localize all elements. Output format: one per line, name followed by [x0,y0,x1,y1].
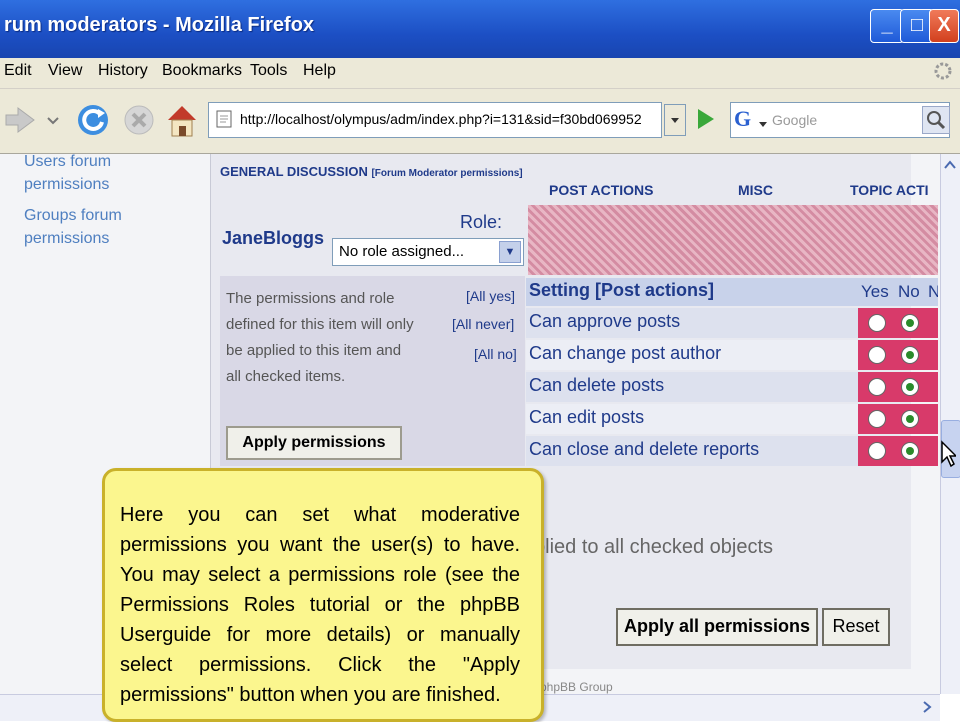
radio-yes[interactable] [868,378,886,396]
scroll-right-icon[interactable] [918,698,936,716]
search-icon[interactable] [922,106,950,134]
chevron-down-icon[interactable]: ▼ [499,241,521,263]
column-post-actions[interactable]: POST ACTIONS [549,182,654,198]
footer-text: phpBB Group [540,680,613,694]
radio-no[interactable] [901,410,919,428]
role-select[interactable]: No role assigned... ▼ [332,238,524,266]
sidebar-item-users-forum-permissions[interactable]: Users forum permissions [24,150,174,196]
search-placeholder: Google [772,112,818,128]
menu-help[interactable]: Help [303,62,336,80]
forum-subtitle: [Forum Moderator permissions] [371,168,523,179]
apply-permissions-button[interactable]: Apply permissions [226,426,402,460]
radio-no[interactable] [901,314,919,332]
home-icon[interactable] [164,100,200,140]
close-button[interactable]: X [929,9,959,43]
description-text: The permissions and role defined for thi… [226,290,414,385]
menu-bookmarks[interactable]: Bookmarks [162,62,242,80]
tutorial-tooltip-text: Here you can set what moderative permiss… [120,504,520,706]
user-name: JaneBloggs [222,228,325,248]
column-misc[interactable]: MISC [738,182,773,198]
permission-label: Can change post author [529,343,722,363]
permission-label: Can edit posts [529,407,645,427]
column-no: No [898,282,920,301]
radio-no[interactable] [901,442,919,460]
radio-yes[interactable] [868,346,886,364]
search-engine-dropdown-icon[interactable] [758,114,768,127]
minimize-button[interactable]: _ [870,9,904,43]
mouse-cursor-icon [940,440,958,470]
apply-all-permissions-button[interactable]: Apply all permissions [616,608,818,646]
role-select-value: No role assigned... [339,243,465,260]
scroll-up-icon[interactable] [941,156,959,174]
radio-no[interactable] [901,346,919,364]
column-yes: Yes [861,282,889,301]
reset-button[interactable]: Reset [822,608,890,646]
throbber-icon [932,60,954,82]
applied-notice: plied to all checked objects [534,536,774,558]
window-title: rum moderators - Mozilla Firefox [4,14,315,36]
column-never: N [928,282,938,301]
settings-header-text: Setting [Post actions] [529,280,715,300]
go-icon[interactable] [690,104,720,134]
radio-no[interactable] [901,378,919,396]
sidebar-item-groups-forum-permissions[interactable]: Groups forum permissions [24,204,174,250]
page-icon [214,109,234,129]
forum-header: GENERAL DISCUSSION [Forum Moderator perm… [220,162,530,183]
menu-tools[interactable]: Tools [250,62,287,80]
permission-label: Can delete posts [529,375,665,395]
menu-view[interactable]: View [48,62,82,80]
menu-edit[interactable]: Edit [4,62,32,80]
permission-label: Can approve posts [529,311,681,331]
url-dropdown-icon[interactable] [664,104,686,136]
stop-icon[interactable] [120,100,158,140]
forum-name: GENERAL DISCUSSION [220,164,368,179]
reload-icon[interactable] [74,100,112,140]
search-engine-icon[interactable]: G [734,106,751,132]
role-label: Role: [460,212,503,232]
all-never-link[interactable]: [All never] [452,316,524,332]
permission-summary-strip [528,205,938,275]
column-topic-actions[interactable]: TOPIC ACTI [850,182,938,198]
radio-yes[interactable] [868,314,886,332]
radio-yes[interactable] [868,410,886,428]
all-no-link[interactable]: [All no] [474,346,524,362]
all-yes-link[interactable]: [All yes] [466,288,524,304]
radio-yes[interactable] [868,442,886,460]
url-text[interactable]: http://localhost/olympus/adm/index.php?i… [240,111,660,127]
forward-icon[interactable] [0,100,60,140]
menu-history[interactable]: History [98,62,148,80]
permission-label: Can close and delete reports [529,439,760,459]
